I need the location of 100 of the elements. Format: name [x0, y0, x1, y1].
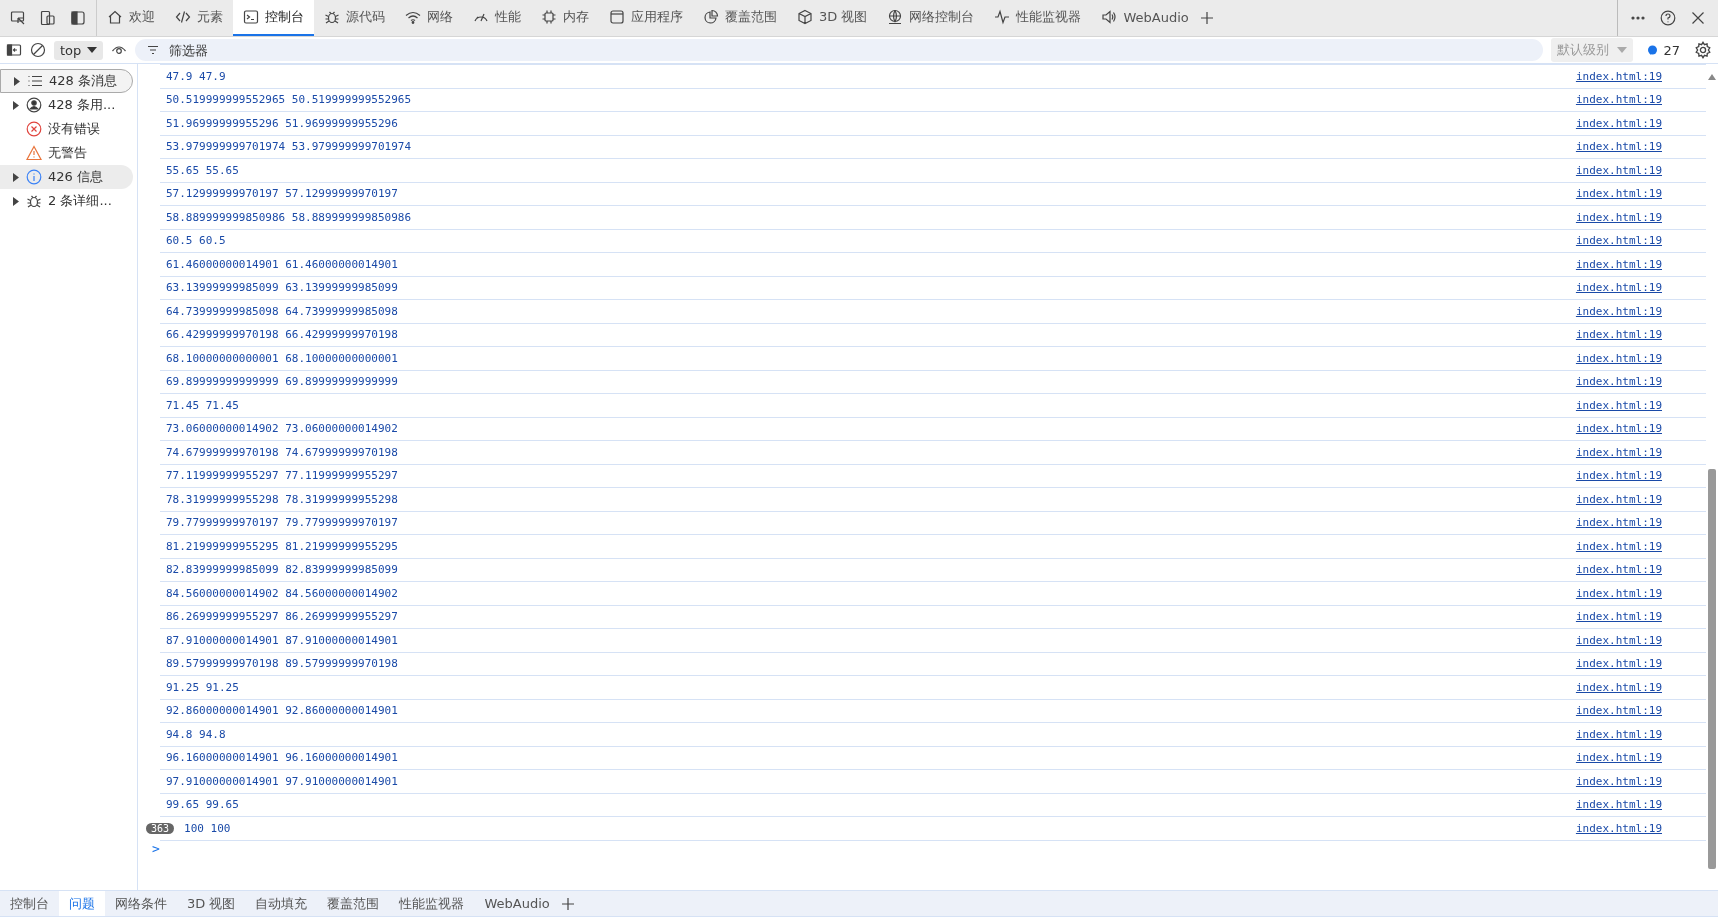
source-link[interactable]: index.html:19: [1575, 328, 1662, 342]
source-link[interactable]: index.html:19: [1575, 445, 1662, 459]
log-message: 78.31999999955298 78.31999999955298: [165, 492, 399, 506]
filter-box[interactable]: 筛选器: [135, 39, 1544, 61]
log-message: 94.8 94.8: [165, 727, 227, 741]
source-link[interactable]: index.html:19: [1575, 351, 1662, 365]
source-link[interactable]: index.html:19: [1575, 610, 1662, 624]
source-link[interactable]: index.html:19: [1575, 539, 1662, 553]
filter-icon: [147, 45, 160, 55]
log-message: 71.45 71.45: [165, 398, 240, 412]
sidebar-label: 没有错误: [48, 120, 100, 138]
expand-icon[interactable]: [12, 172, 20, 182]
caret-icon: [1617, 46, 1628, 54]
list-icon: [27, 73, 43, 89]
expand-icon[interactable]: [13, 76, 21, 86]
panel-tab[interactable]: 内存: [531, 0, 599, 36]
log-message: 51.96999999955296 51.96999999955296: [165, 116, 399, 130]
source-link[interactable]: index.html:19: [1575, 93, 1662, 107]
source-link[interactable]: index.html:19: [1575, 633, 1662, 647]
log-message: 86.26999999955297 86.26999999955297: [165, 610, 399, 624]
sidebar-label: 428 条用...: [48, 96, 116, 114]
sidebar-item[interactable]: 428 条消息: [0, 69, 133, 93]
log-message: 96.16000000014901 96.16000000014901: [165, 751, 399, 765]
panel-tab[interactable]: 源代码: [314, 0, 395, 36]
drawer-tab[interactable]: 控制台: [0, 891, 59, 916]
source-link[interactable]: index.html:19: [1575, 257, 1662, 271]
panel-tab[interactable]: 3D 视图: [787, 0, 878, 36]
sidebar-item[interactable]: 426 信息: [0, 165, 133, 189]
source-link[interactable]: index.html:19: [1575, 422, 1662, 436]
source-link[interactable]: index.html:19: [1575, 187, 1662, 201]
log-message: 57.12999999970197 57.12999999970197: [165, 187, 399, 201]
sidebar-item[interactable]: 2 条详细...: [0, 189, 133, 213]
source-link[interactable]: index.html:19: [1575, 210, 1662, 224]
source-link[interactable]: index.html:19: [1575, 116, 1662, 130]
globe-icon: [887, 9, 904, 25]
message-icon: [1647, 44, 1659, 56]
source-link[interactable]: index.html:19: [1575, 140, 1662, 154]
error-icon: [26, 121, 42, 137]
drawer-tab[interactable]: 3D 视图: [177, 891, 246, 916]
drawer-tab[interactable]: 性能监视器: [389, 891, 475, 916]
filter-field[interactable]: 筛选器: [167, 41, 1532, 59]
chip-icon: [541, 9, 557, 25]
sidebar-item[interactable]: 没有错误: [0, 117, 133, 141]
source-link[interactable]: index.html:19: [1575, 563, 1662, 577]
drawer-tab[interactable]: 问题: [59, 891, 105, 916]
panel-tab[interactable]: 性能: [463, 0, 531, 36]
drawer-tab[interactable]: 覆盖范围: [317, 891, 390, 916]
sidebar-item[interactable]: 428 条用...: [0, 93, 133, 117]
source-link[interactable]: index.html:19: [1575, 704, 1662, 718]
console-prompt[interactable]: >: [152, 840, 1706, 856]
source-link[interactable]: index.html:19: [1575, 680, 1662, 694]
clear-icon: [30, 42, 46, 58]
pie-chart-icon: [703, 9, 719, 25]
warning-icon: [26, 145, 42, 161]
log-message: 58.889999999850986 58.889999999850986: [165, 210, 413, 224]
sidebar-label: 2 条详细...: [48, 192, 112, 210]
drawer-tab[interactable]: WebAudio: [474, 891, 560, 916]
source-link[interactable]: index.html:19: [1575, 657, 1662, 671]
scroll-up-icon[interactable]: [1706, 72, 1718, 82]
panel-tab[interactable]: 覆盖范围: [693, 0, 787, 36]
log-message: 91.25 91.25: [165, 680, 240, 694]
drawer-tab[interactable]: 网络条件: [105, 891, 177, 916]
source-link[interactable]: index.html:19: [1575, 727, 1662, 741]
source-link[interactable]: index.html:19: [1575, 774, 1662, 788]
source-link[interactable]: index.html:19: [1575, 798, 1662, 812]
cube-icon: [797, 9, 813, 25]
help-icon: [1660, 10, 1676, 26]
source-link[interactable]: index.html:19: [1575, 163, 1662, 177]
log-message: 47.9 47.9: [165, 69, 227, 83]
source-link[interactable]: index.html:19: [1575, 821, 1662, 835]
issues-counter[interactable]: 27: [1641, 41, 1686, 59]
source-link[interactable]: index.html:19: [1575, 469, 1662, 483]
log-message: 97.91000000014901 97.91000000014901: [165, 774, 399, 788]
expand-icon[interactable]: [12, 100, 20, 110]
source-link[interactable]: index.html:19: [1575, 234, 1662, 248]
source-link[interactable]: index.html:19: [1575, 516, 1662, 530]
panel-tab[interactable]: 控制台: [233, 0, 314, 36]
panel-tab[interactable]: 欢迎: [97, 0, 165, 36]
source-link[interactable]: index.html:19: [1575, 281, 1662, 295]
source-link[interactable]: index.html:19: [1575, 375, 1662, 389]
source-link[interactable]: index.html:19: [1575, 492, 1662, 506]
window-icon: [609, 9, 625, 25]
panel-tab[interactable]: 性能监视器: [984, 0, 1092, 36]
panel-tab[interactable]: 应用程序: [599, 0, 693, 36]
sidebar-item[interactable]: 无警告: [0, 141, 133, 165]
panel-tab[interactable]: WebAudio: [1091, 0, 1199, 36]
panel-tab[interactable]: 网络控制台: [877, 0, 985, 36]
add-icon: [559, 895, 576, 912]
log-message: 79.77999999970197 79.77999999970197: [165, 516, 399, 530]
drawer-tab[interactable]: 自动填充: [245, 891, 318, 916]
panel-tab[interactable]: 网络: [395, 0, 463, 36]
expand-icon[interactable]: [12, 196, 20, 206]
source-link[interactable]: index.html:19: [1575, 751, 1662, 765]
source-link[interactable]: index.html:19: [1575, 69, 1662, 83]
source-link[interactable]: index.html:19: [1575, 398, 1662, 412]
log-message: 99.65 99.65: [165, 798, 240, 812]
source-link[interactable]: index.html:19: [1575, 304, 1662, 318]
source-link[interactable]: index.html:19: [1575, 586, 1662, 600]
context-dropdown[interactable]: top: [54, 40, 104, 60]
panel-tab[interactable]: 元素: [165, 0, 233, 36]
